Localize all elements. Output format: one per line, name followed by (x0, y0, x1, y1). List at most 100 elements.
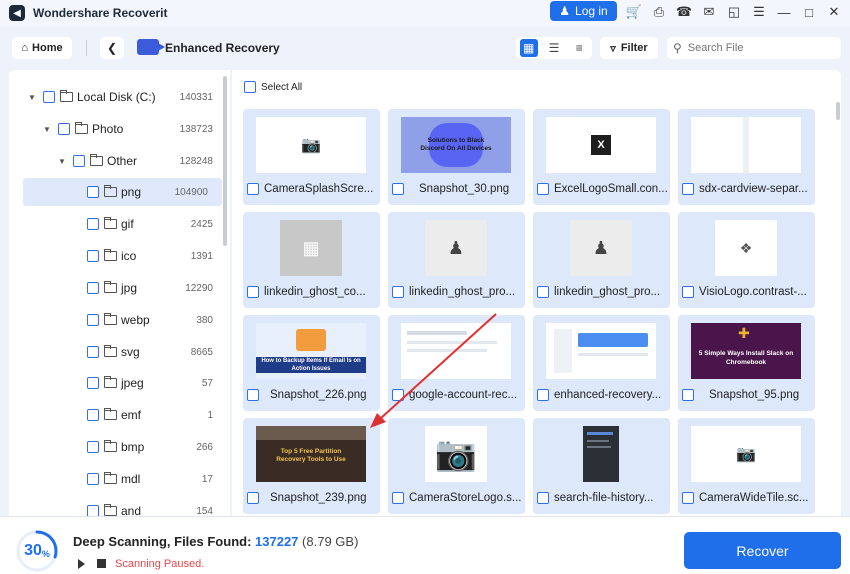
recover-button[interactable]: Recover (684, 532, 841, 569)
tree-checkbox[interactable] (87, 473, 99, 485)
cart-icon[interactable]: 🛒 (625, 3, 643, 21)
file-checkbox[interactable] (247, 183, 259, 195)
home-button[interactable]: ⌂ Home (12, 37, 72, 59)
file-checkbox[interactable] (682, 286, 694, 298)
file-checkbox[interactable] (537, 389, 549, 401)
chevron-down-icon[interactable]: ▼ (27, 93, 37, 102)
file-checkbox[interactable] (247, 286, 259, 298)
tree-item-svg[interactable]: svg 8665 (9, 338, 221, 366)
tree-checkbox[interactable] (87, 314, 99, 326)
tree-item-count: 1 (207, 409, 213, 421)
file-card[interactable]: 📷 CameraStoreLogo.s... (388, 418, 525, 514)
grid-view-icon[interactable]: ▦ (519, 39, 538, 57)
folder-icon (104, 408, 117, 420)
tree-item-emf[interactable]: emf 1 (9, 401, 221, 429)
progress-value: 30% (15, 529, 59, 573)
tree-checkbox[interactable] (73, 155, 85, 167)
file-card[interactable]: 📷 CameraSplashScre... (243, 109, 380, 205)
list-detail-view-icon[interactable]: ☰ (545, 39, 563, 57)
file-card[interactable]: search-file-history... (533, 418, 670, 514)
tree-item-and[interactable]: and 154 (9, 497, 221, 516)
file-thumbnail: Top 5 Free Partition Recovery Tools to U… (256, 426, 366, 482)
sidebar-scrollbar[interactable] (223, 76, 227, 246)
stop-icon[interactable] (97, 559, 106, 568)
file-card[interactable]: X ExcelLogoSmall.con... (533, 109, 670, 205)
tree-checkbox[interactable] (87, 250, 99, 262)
headset-icon[interactable]: ☎ (675, 3, 693, 21)
select-all[interactable]: Select All (244, 81, 302, 93)
file-card[interactable]: Solutions to Black Discord On All Device… (388, 109, 525, 205)
tree-item-jpg[interactable]: jpg 12290 (9, 274, 221, 302)
file-thumbnail: Solutions to Black Discord On All Device… (401, 117, 511, 173)
file-card[interactable]: ✚ 5 Simple Ways Install Slack on Chromeb… (678, 315, 815, 411)
grid-scrollbar[interactable] (836, 102, 840, 120)
person-icon: ♟ (592, 237, 610, 258)
file-checkbox[interactable] (537, 183, 549, 195)
tree-checkbox[interactable] (87, 377, 99, 389)
cube-icon[interactable]: ◱ (725, 3, 743, 21)
mail-icon[interactable]: ✉ (700, 3, 718, 21)
chevron-down-icon[interactable]: ▼ (57, 157, 67, 166)
tree-item-mdl[interactable]: mdl 17 (9, 465, 221, 493)
file-card[interactable]: How to Backup Items If Email Is on Actio… (243, 315, 380, 411)
minimize-icon[interactable]: — (775, 3, 793, 21)
file-checkbox[interactable] (682, 492, 694, 504)
file-card[interactable]: google-account-rec... (388, 315, 525, 411)
chevron-down-icon[interactable]: ▼ (42, 125, 52, 134)
tree-item-label: jpg (121, 281, 138, 295)
maximize-icon[interactable]: □ (800, 3, 818, 21)
screenshot-line (407, 349, 487, 352)
back-button[interactable]: ❮ (100, 37, 124, 59)
file-card[interactable]: ❖ VisioLogo.contrast-... (678, 212, 815, 308)
tree-item-count: 140331 (179, 91, 213, 103)
tree-checkbox[interactable] (87, 282, 99, 294)
file-checkbox[interactable] (682, 389, 694, 401)
file-checkbox[interactable] (392, 389, 404, 401)
tree-item-other[interactable]: ▼ Other 128248 (9, 147, 221, 175)
tree-item-photo[interactable]: ▼ Photo 138723 (9, 115, 221, 143)
file-card[interactable]: sdx-cardview-separ... (678, 109, 815, 205)
list-view-icon[interactable]: ≡ (570, 39, 588, 57)
tree-item-ico[interactable]: ico 1391 (9, 242, 221, 270)
tree-item-bmp[interactable]: bmp 266 (9, 433, 221, 461)
file-card[interactable]: ▦ linkedin_ghost_co... (243, 212, 380, 308)
tree-checkbox[interactable] (87, 441, 99, 453)
file-checkbox[interactable] (537, 286, 549, 298)
filter-button[interactable]: ▿ Filter (600, 37, 658, 59)
section-title: Enhanced Recovery (165, 41, 280, 55)
select-all-checkbox[interactable] (244, 81, 256, 93)
login-button[interactable]: ♟ Log in (550, 1, 617, 21)
file-checkbox[interactable] (537, 492, 549, 504)
tree-item-local-disk[interactable]: ▼ Local Disk (C:) 140331 (9, 83, 221, 111)
file-card[interactable]: 📷 CameraWideTile.sc... (678, 418, 815, 514)
tree-checkbox[interactable] (87, 409, 99, 421)
file-checkbox[interactable] (392, 492, 404, 504)
file-thumbnail: ❖ (715, 220, 777, 276)
file-card[interactable]: ♟ linkedin_ghost_pro... (388, 212, 525, 308)
tree-checkbox[interactable] (87, 505, 99, 516)
tree-item-png[interactable]: png 104900 (23, 178, 222, 206)
tree-item-gif[interactable]: gif 2425 (9, 210, 221, 238)
tree-item-jpeg[interactable]: jpeg 57 (9, 369, 221, 397)
tree-checkbox[interactable] (87, 346, 99, 358)
file-card[interactable]: Top 5 Free Partition Recovery Tools to U… (243, 418, 380, 514)
file-checkbox[interactable] (247, 492, 259, 504)
file-checkbox[interactable] (392, 183, 404, 195)
close-icon[interactable]: ✕ (825, 3, 843, 21)
search-input[interactable] (687, 42, 828, 54)
tree-checkbox[interactable] (43, 91, 55, 103)
play-icon[interactable] (78, 559, 85, 569)
file-checkbox[interactable] (247, 389, 259, 401)
file-checkbox[interactable] (392, 286, 404, 298)
tree-checkbox[interactable] (87, 186, 99, 198)
file-card[interactable]: enhanced-recovery... (533, 315, 670, 411)
tree-checkbox[interactable] (87, 218, 99, 230)
tree-checkbox[interactable] (58, 123, 70, 135)
file-checkbox[interactable] (682, 183, 694, 195)
file-card[interactable]: ♟ linkedin_ghost_pro... (533, 212, 670, 308)
menu-icon[interactable]: ☰ (750, 3, 768, 21)
tree-item-webp[interactable]: webp 380 (9, 306, 221, 334)
files-found-count: 137227 (255, 534, 299, 549)
export-icon[interactable]: ⎙ (650, 3, 668, 21)
scan-label: Deep Scanning, Files Found: (73, 534, 252, 549)
